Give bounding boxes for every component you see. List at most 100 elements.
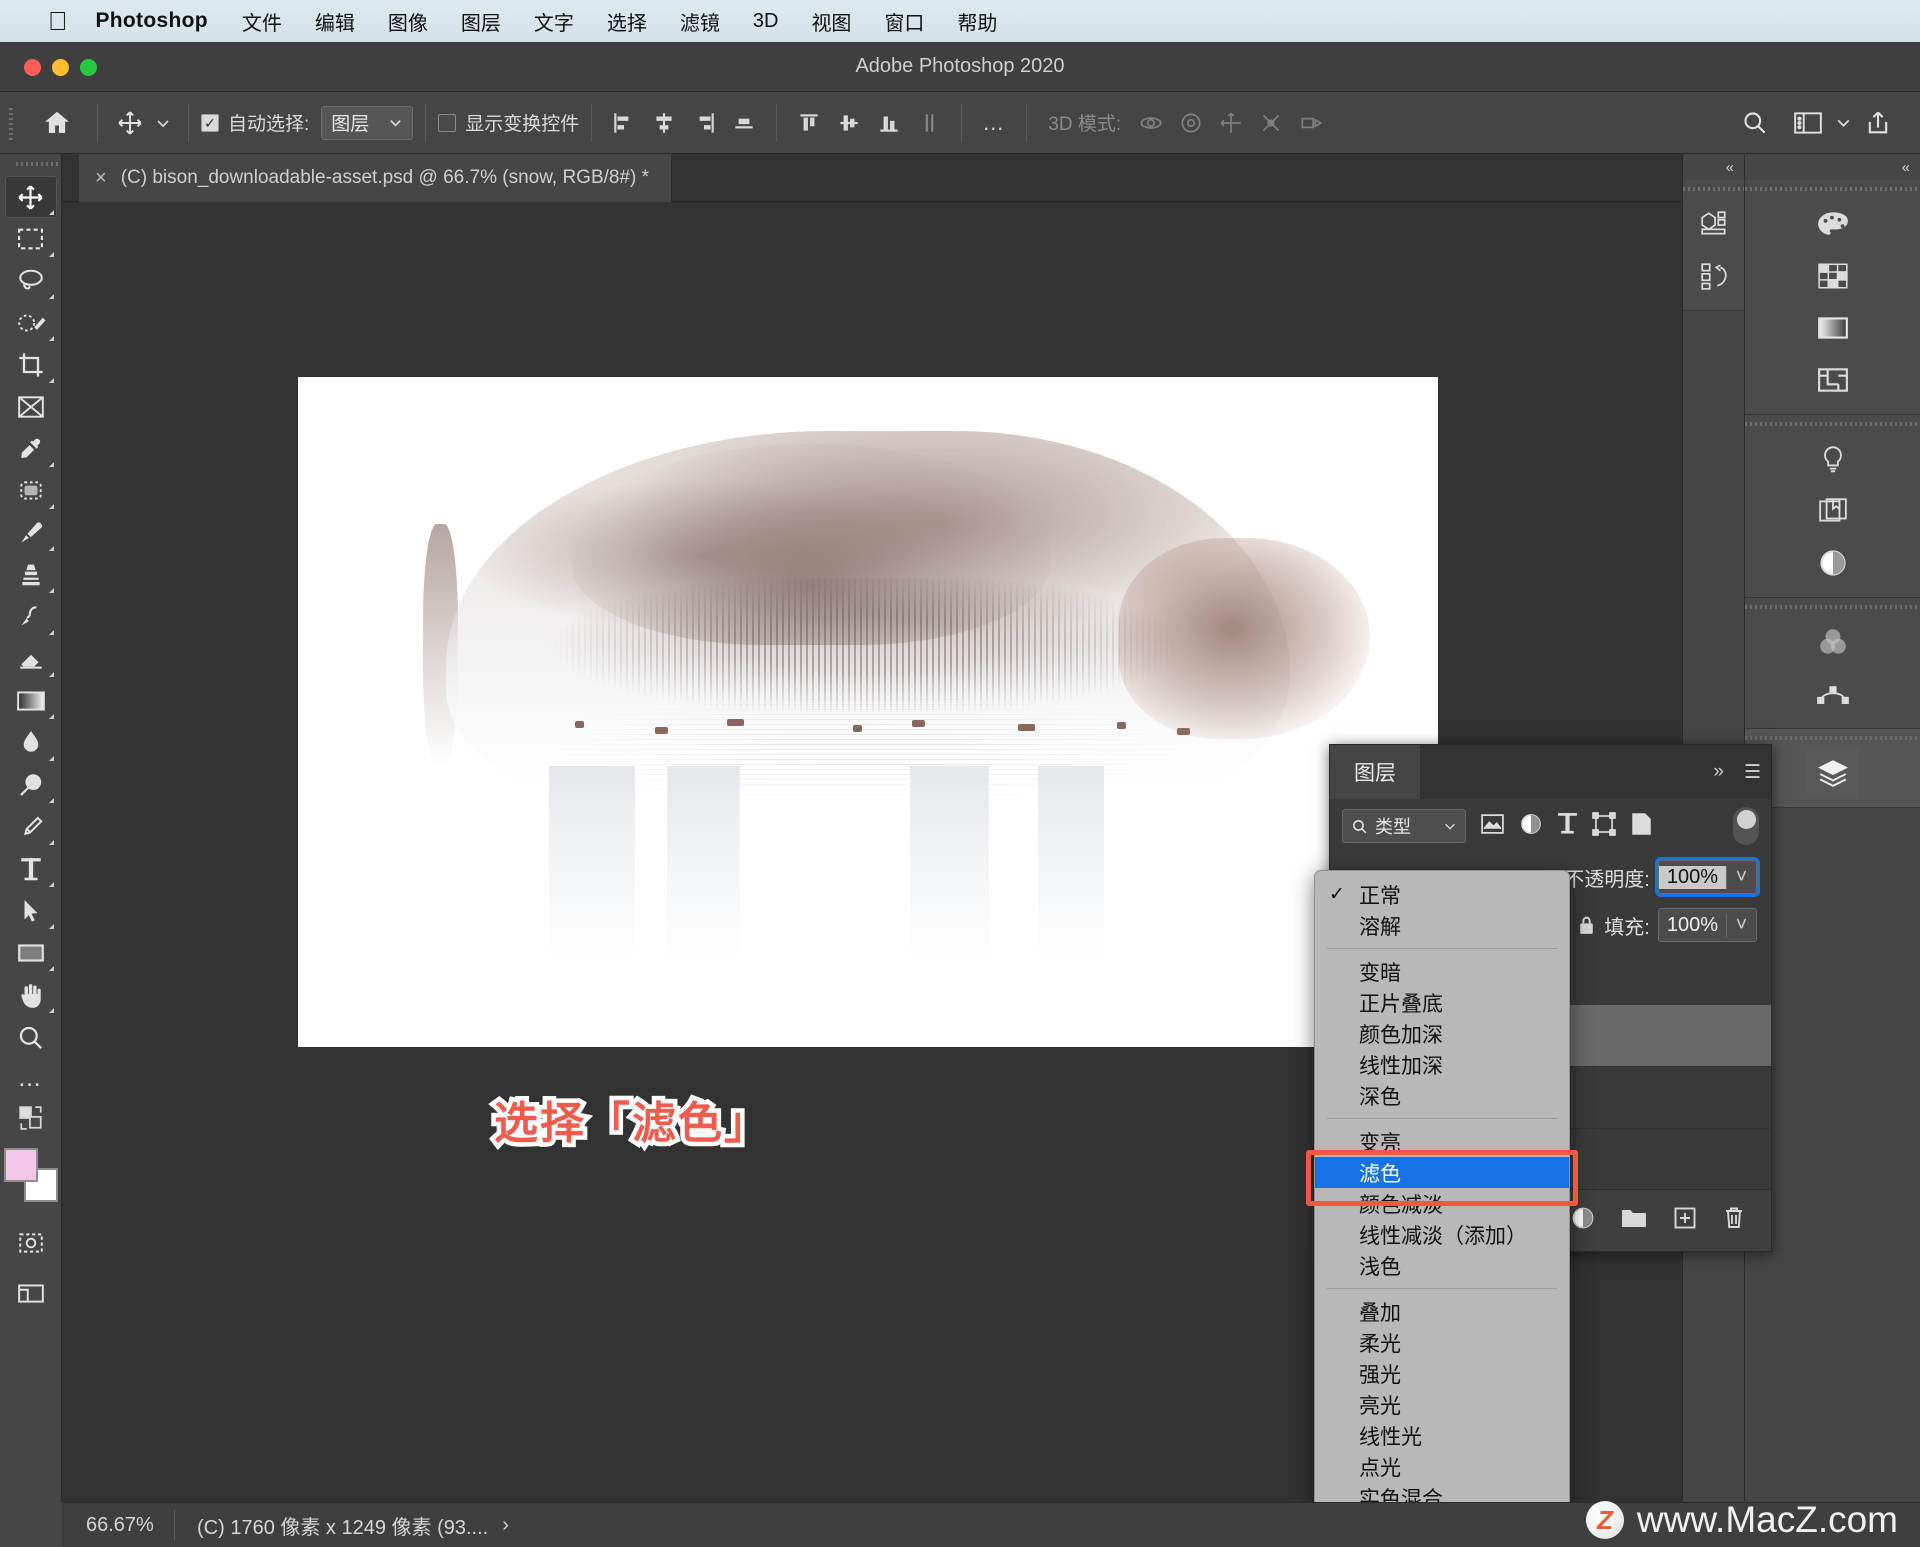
quick-selection-tool[interactable] [5,302,57,344]
chevron-double-left-icon[interactable]: « [1745,154,1920,180]
type-filter-icon[interactable] [1557,812,1578,840]
share-upload-icon[interactable] [1858,103,1898,143]
clone-stamp-tool[interactable] [5,554,57,596]
menu-item-edit[interactable]: 编辑 [315,7,355,36]
align-center-horizontal-icon[interactable] [644,103,684,143]
lock-icon[interactable] [1577,915,1596,936]
opacity-field[interactable]: 100% ˅ [1654,857,1761,897]
eraser-tool[interactable] [5,638,57,680]
align-bottom-icon[interactable] [724,103,764,143]
type-tool[interactable] [5,848,57,890]
move-tool[interactable] [4,176,57,218]
patterns-icon[interactable] [1807,354,1859,406]
menu-item-file[interactable]: 文件 [242,7,282,36]
move-tool-icon[interactable] [110,103,150,143]
layers-panel-icon[interactable] [1806,747,1859,799]
swatches-grid-icon[interactable] [1807,250,1859,302]
libraries-icon[interactable] [1807,485,1859,537]
auto-select-scope-dropdown[interactable]: 图层 [321,105,414,140]
distribute-vertical-icon[interactable] [829,103,869,143]
frame-tool[interactable] [5,386,57,428]
hand-tool[interactable] [5,974,57,1016]
align-right-icon[interactable] [684,103,724,143]
path-selection-tool[interactable] [5,890,57,932]
blend-mode-item-lighter-color[interactable]: 浅色 [1315,1250,1569,1281]
menu-item-view[interactable]: 视图 [811,7,851,36]
apple-logo-icon[interactable]:  [48,8,68,34]
color-swatches[interactable] [3,1148,58,1202]
color-palette-icon[interactable] [1807,198,1859,250]
fill-field[interactable]: 100% ˅ [1657,908,1757,942]
image-filter-icon[interactable] [1480,813,1505,840]
blend-mode-item-multiply[interactable]: 正片叠底 [1315,987,1569,1018]
options-bar-grip[interactable] [7,103,21,142]
zoom-tool[interactable] [5,1016,57,1058]
pen-tool[interactable] [5,806,57,848]
align-top-icon[interactable] [789,103,829,143]
workspace-layout-icon[interactable] [1788,103,1828,143]
blend-mode-item-hard-light[interactable]: 强光 [1315,1358,1569,1389]
crop-tool[interactable] [5,344,57,386]
gradients-icon[interactable] [1807,302,1859,354]
chevron-down-icon[interactable] [1828,103,1858,143]
smartobject-filter-icon[interactable] [1630,812,1653,841]
foreground-color-swatch[interactable] [3,1148,38,1182]
close-window-button[interactable] [24,58,41,76]
chevron-double-right-icon[interactable]: » [1703,745,1734,799]
default-colors-icon[interactable] [5,1100,57,1136]
blend-mode-item-vivid-light[interactable]: 亮光 [1315,1389,1569,1420]
close-icon[interactable]: × [95,167,107,190]
eyedropper-tool[interactable] [5,428,57,470]
more-options-icon[interactable]: … [974,103,1014,143]
align-middle-icon[interactable] [869,103,909,143]
chevron-down-icon[interactable]: ˅ [1726,865,1756,889]
menu-item-type[interactable]: 文字 [534,7,574,36]
blur-tool[interactable] [5,722,57,764]
menu-item-image[interactable]: 图像 [388,7,428,36]
menu-item-filter[interactable]: 滤镜 [680,7,720,36]
blend-mode-item-linear-dodge[interactable]: 线性减淡（添加） [1315,1219,1569,1250]
new-group-icon[interactable] [1621,1207,1647,1234]
gradient-tool[interactable] [5,680,57,722]
layer-type-filter-dropdown[interactable]: 类型 [1342,809,1466,843]
learn-bulb-icon[interactable] [1807,433,1859,485]
home-icon[interactable] [29,103,85,143]
rail-group-grip[interactable] [1745,415,1920,433]
panel-menu-icon[interactable]: ☰ [1734,745,1771,799]
blend-mode-item-linear-light[interactable]: 线性光 [1315,1420,1569,1451]
quick-mask-icon[interactable] [5,1222,57,1264]
filter-toggle-switch[interactable] [1733,807,1759,845]
delete-layer-icon[interactable] [1723,1206,1745,1235]
adjustment-layer-icon[interactable] [1571,1206,1595,1235]
distribute-horizontal-icon[interactable] [909,103,949,143]
lasso-tool[interactable] [5,260,57,302]
document-canvas[interactable] [298,377,1438,1047]
rail-group-grip[interactable] [1683,180,1744,198]
menu-item-3d[interactable]: 3D [753,10,779,33]
menu-item-layer[interactable]: 图层 [461,7,501,36]
blend-mode-item-darken[interactable]: 变暗 [1315,956,1569,987]
blend-mode-item-linear-burn[interactable]: 线性加深 [1315,1049,1569,1080]
blend-mode-item-pin-light[interactable]: 点光 [1315,1451,1569,1482]
rectangle-shape-tool[interactable] [5,932,57,974]
brush-tool[interactable] [5,512,57,554]
menu-app-name[interactable]: Photoshop [96,9,208,33]
channels-icon[interactable] [1807,616,1859,668]
zoom-level[interactable]: 66.67% [62,1514,174,1537]
tools-panel-grip[interactable] [0,154,61,176]
chevron-double-left-icon[interactable]: « [1683,154,1744,180]
screen-mode-icon[interactable] [5,1272,57,1314]
blend-mode-item-soft-light[interactable]: 柔光 [1315,1327,1569,1358]
auto-select-checkbox[interactable]: ✓ [201,113,219,132]
menu-item-select[interactable]: 选择 [607,7,647,36]
spot-healing-brush-tool[interactable] [5,470,57,512]
zoom-window-button[interactable] [80,58,97,76]
blend-mode-item-darker-color[interactable]: 深色 [1315,1080,1569,1111]
blend-mode-item-normal[interactable]: ✓ 正常 [1315,879,1569,910]
rail-group-grip[interactable] [1745,598,1920,616]
blend-mode-item-color-burn[interactable]: 颜色加深 [1315,1018,1569,1049]
menu-item-help[interactable]: 帮助 [957,7,997,36]
adjustment-filter-icon[interactable] [1519,812,1543,841]
history-panel-icon[interactable] [1688,250,1740,302]
search-icon[interactable] [1734,103,1774,143]
